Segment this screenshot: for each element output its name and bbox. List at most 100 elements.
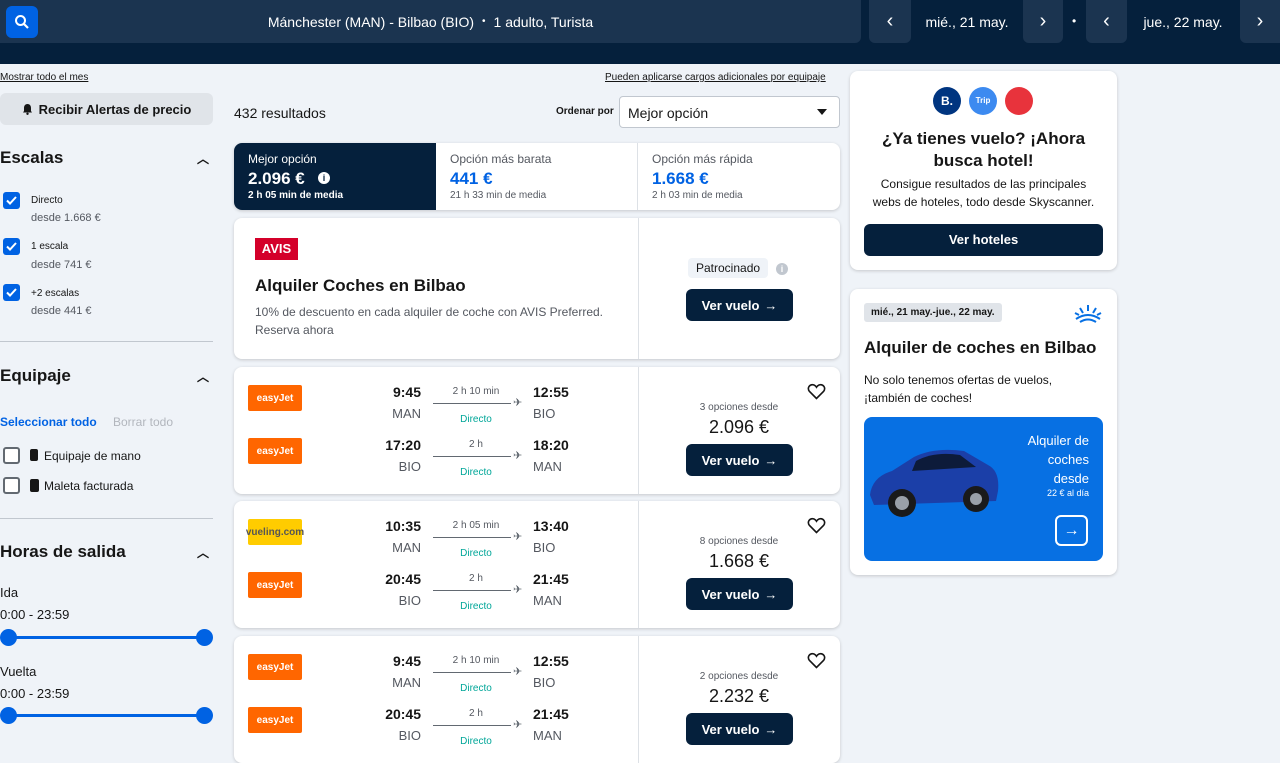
plane-icon: ✈ (513, 666, 523, 678)
departure-airport: MAN (392, 406, 421, 421)
options-count: 2 opciones desde (699, 671, 779, 682)
outbound-slider-start-handle[interactable] (0, 629, 17, 646)
stops-1-label: 1 escala (31, 241, 69, 252)
stops-direct-checkbox[interactable] (3, 192, 20, 209)
ad-description: 10% de descuento en cada alquiler de coc… (255, 305, 604, 319)
arrival-time: 21:45 (533, 706, 569, 722)
sponsored-ad-card[interactable]: AVIS Alquiler Coches en Bilbao 10% de de… (234, 218, 840, 359)
tab-cheapest-price: 441 € (450, 169, 493, 188)
avis-logo: AVIS (255, 238, 298, 260)
flight-result-card[interactable]: easyJet 9:45 MAN 2 h 10 min ✈ Directo 12:55 BIO… (234, 636, 840, 763)
options-count: 8 opciones desde (699, 536, 779, 547)
search-summary[interactable]: Mánchester (MAN) - Bilbao (BIO) • 1 adul… (0, 0, 861, 43)
heart-icon[interactable] (807, 652, 826, 669)
stops-label: Directo (460, 683, 492, 694)
divider (638, 501, 639, 628)
search-button[interactable] (6, 6, 38, 38)
sort-value: Mejor opción (628, 105, 709, 121)
plane-icon: ✈ (513, 719, 523, 731)
outbound-time-slider[interactable] (8, 636, 204, 639)
tab-fastest-label: Opción más rápida (652, 152, 753, 166)
departure-times-header[interactable]: Horas de salida ︿ (0, 542, 213, 562)
flight-duration: 2 h (469, 439, 483, 450)
caret-down-icon (817, 109, 827, 115)
flight-duration: 2 h 05 min (452, 520, 500, 531)
outbound-date[interactable]: mié., 21 may. (911, 0, 1023, 43)
extra-fees-link[interactable]: Pueden aplicarse cargos adicionales por … (605, 72, 826, 83)
sort-select[interactable]: Mejor opción (619, 96, 840, 128)
tab-fastest[interactable]: Opción más rápida 1.668 € 2 h 03 min de … (638, 143, 840, 210)
divider (0, 518, 213, 519)
check-icon (6, 242, 17, 251)
chevron-left-icon: ‹ (1103, 10, 1110, 32)
prev-outbound-date-button[interactable]: ‹ (869, 0, 911, 43)
show-month-link[interactable]: Mostrar todo el mes (0, 72, 88, 83)
heart-icon[interactable] (807, 383, 826, 400)
next-outbound-date-button[interactable]: › (1023, 0, 1063, 43)
select-all-link[interactable]: Seleccionar todo (0, 415, 97, 429)
next-return-date-button[interactable]: › (1240, 0, 1280, 43)
stops-2plus-checkbox[interactable] (3, 284, 20, 301)
departure-times-title: Horas de salida (0, 542, 126, 561)
car-hire-title: Alquiler de coches en Bilbao (864, 338, 1097, 357)
divider (638, 367, 639, 494)
dates-separator: • (1072, 14, 1077, 28)
arrival-airport: MAN (533, 459, 562, 474)
car-promo-price: 22 € al día (1046, 488, 1089, 498)
flight-duration: 2 h (469, 708, 483, 719)
info-icon[interactable]: i (776, 263, 788, 275)
carry-on-checkbox[interactable] (3, 447, 20, 464)
ad-view-flight-button[interactable]: Ver vuelo → (686, 289, 793, 321)
tab-fastest-duration: 2 h 03 min de media (652, 190, 743, 201)
view-flight-button[interactable]: Ver vuelo → (686, 578, 793, 610)
tab-cheapest[interactable]: Opción más barata 441 € 21 h 33 min de m… (436, 143, 638, 210)
hotel-promo-desc: Consigue resultados de las principales (880, 177, 1087, 191)
departure-time: 20:45 (385, 706, 421, 722)
car-promo-text-2: coches (1047, 452, 1089, 467)
tab-best[interactable]: Mejor opción 2.096 € i 2 h 05 min de med… (234, 143, 436, 210)
arrival-airport: BIO (533, 406, 556, 421)
button-label: Ver vuelo (701, 586, 760, 602)
results-count: 432 resultados (234, 105, 326, 121)
flight-result-card[interactable]: vueling.com 10:35 MAN 2 h 05 min ✈ Directo 13:… (234, 501, 840, 628)
plane-icon: ✈ (513, 397, 523, 409)
tab-best-label: Mejor opción (248, 152, 317, 166)
airline-logo: easyJet (248, 572, 302, 598)
airline-logo: vueling.com (246, 519, 304, 545)
view-flight-button[interactable]: Ver vuelo → (686, 444, 793, 476)
stops-section-header[interactable]: Escalas ︿ (0, 148, 213, 168)
chevron-right-icon: › (1256, 10, 1264, 32)
passengers-text: 1 adulto, Turista (493, 13, 594, 30)
route-text: Mánchester (MAN) - Bilbao (BIO) (267, 13, 475, 30)
view-hotels-button[interactable]: Ver hoteles (864, 224, 1103, 256)
view-flight-button[interactable]: Ver vuelo → (686, 713, 793, 745)
departure-time: 9:45 (392, 384, 421, 400)
flight-duration: 2 h 10 min (452, 655, 500, 666)
price-alert-button[interactable]: Recibir Alertas de precio (0, 93, 213, 125)
prev-return-date-button[interactable]: ‹ (1086, 0, 1127, 43)
baggage-section-header[interactable]: Equipaje ︿ (0, 366, 213, 386)
clear-all-link[interactable]: Borrar todo (113, 415, 173, 429)
departure-airport: BIO (398, 459, 421, 474)
flight-duration: 2 h 10 min (452, 386, 500, 397)
outbound-slider-end-handle[interactable] (196, 629, 213, 646)
car-promo-banner[interactable]: Alquiler de coches desde 22 € al día → (864, 417, 1103, 561)
chevron-left-icon: ‹ (886, 10, 894, 32)
flight-result-card[interactable]: easyJet 9:45 MAN 2 h 10 min ✈ Directo 12:55 BIO… (234, 367, 840, 494)
stops-2plus-label: +2 escalas (31, 288, 80, 299)
departure-airport: BIO (398, 593, 421, 608)
stops-title: Escalas (0, 148, 64, 167)
return-slider-end-handle[interactable] (196, 707, 213, 724)
arrival-time: 18:20 (533, 437, 569, 453)
sponsored-badge: Patrocinado (688, 258, 769, 278)
return-time-slider[interactable] (8, 714, 204, 717)
divider (0, 341, 213, 342)
checked-bag-checkbox[interactable] (3, 477, 20, 494)
return-date[interactable]: jue., 22 may. (1127, 0, 1239, 43)
heart-icon[interactable] (807, 517, 826, 534)
car-promo-arrow-button[interactable]: → (1055, 515, 1088, 546)
car-hire-desc: No solo tenemos ofertas de vuelos, (864, 373, 1053, 387)
return-slider-start-handle[interactable] (0, 707, 17, 724)
stops-1-checkbox[interactable] (3, 238, 20, 255)
ad-title: Alquiler Coches en Bilbao (255, 276, 466, 295)
